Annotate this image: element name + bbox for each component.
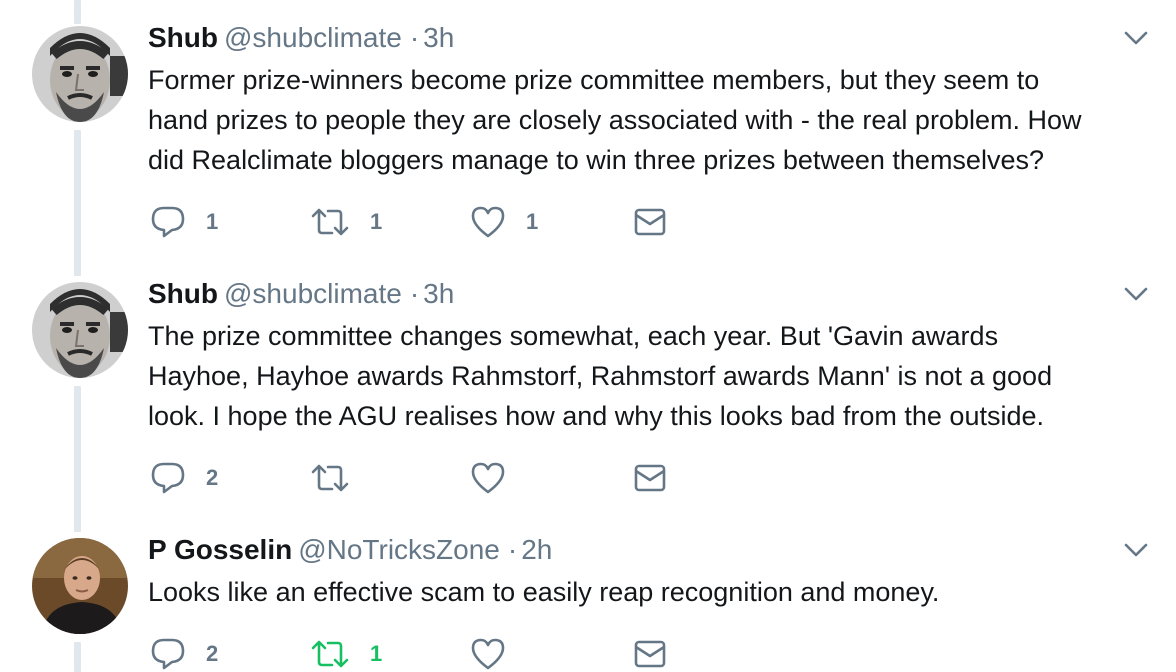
tweet[interactable]: P Gosselin @NoTricksZone · 2h Looks like an… — [0, 532, 1176, 672]
retweet-count: 1 — [370, 209, 383, 234]
envelope-icon — [634, 208, 666, 236]
separator-dot: · — [409, 278, 420, 309]
separator-dot: · — [409, 22, 420, 53]
reply-bubble-icon — [151, 462, 185, 494]
avatar-man-color-icon — [32, 538, 128, 634]
reply-button[interactable]: 2 — [150, 458, 218, 498]
tweet[interactable]: Shub @shubclimate · 3h The prize committee … — [0, 276, 1176, 512]
like-button[interactable] — [470, 458, 526, 498]
like-count: 1 — [526, 209, 539, 234]
author-handle[interactable]: @NoTricksZone — [298, 534, 500, 565]
envelope-icon — [634, 640, 666, 668]
tweet[interactable]: Shub @shubclimate · 3h Former prize-winners… — [0, 20, 1176, 256]
tweet-header: Shub @shubclimate · 3h — [148, 20, 454, 56]
author-name[interactable]: P Gosselin — [148, 534, 292, 565]
avatar-bearded-man-bw-icon — [32, 282, 128, 378]
author-handle[interactable]: @shubclimate — [224, 278, 402, 309]
author-name[interactable]: Shub — [148, 278, 218, 309]
reply-button[interactable]: 2 — [150, 634, 218, 672]
direct-message-button[interactable] — [632, 458, 668, 498]
tweet-timestamp[interactable]: 3h — [423, 278, 454, 309]
retweet-icon — [311, 640, 349, 668]
avatar[interactable] — [32, 26, 128, 122]
direct-message-button[interactable] — [632, 634, 668, 672]
tweet-text: Former prize-winners become prize commit… — [148, 65, 1082, 175]
tweet-text: Looks like an effective scam to easily r… — [148, 577, 940, 607]
heart-icon — [471, 206, 505, 238]
chevron-down-icon[interactable] — [1122, 28, 1150, 48]
reply-bubble-icon — [151, 206, 185, 238]
avatar[interactable] — [32, 538, 128, 634]
author-name[interactable]: Shub — [148, 22, 218, 53]
retweet-button[interactable]: 1 — [310, 634, 382, 672]
tweet-timestamp[interactable]: 2h — [521, 534, 552, 565]
avatar-bearded-man-bw-icon — [32, 26, 128, 122]
direct-message-button[interactable] — [632, 202, 668, 242]
retweet-icon — [311, 208, 349, 236]
heart-icon — [471, 638, 505, 670]
retweet-icon — [311, 464, 349, 492]
reply-count: 2 — [206, 641, 219, 666]
retweet-button[interactable] — [310, 458, 370, 498]
like-button[interactable]: 1 — [470, 202, 538, 242]
reply-button[interactable]: 1 — [150, 202, 218, 242]
envelope-icon — [634, 464, 666, 492]
separator-dot: · — [507, 534, 518, 565]
chevron-down-icon[interactable] — [1122, 540, 1150, 560]
reply-bubble-icon — [151, 638, 185, 670]
avatar[interactable] — [32, 282, 128, 378]
tweet-header: Shub @shubclimate · 3h — [148, 276, 454, 312]
chevron-down-icon[interactable] — [1122, 284, 1150, 304]
tweet-timestamp[interactable]: 3h — [423, 22, 454, 53]
heart-icon — [471, 462, 505, 494]
reply-count: 2 — [206, 465, 219, 490]
like-button[interactable] — [470, 634, 526, 672]
retweet-count: 1 — [370, 641, 383, 666]
retweet-button[interactable]: 1 — [310, 202, 382, 242]
reply-count: 1 — [206, 209, 219, 234]
tweet-header: P Gosselin @NoTricksZone · 2h — [148, 532, 552, 568]
tweet-text: The prize committee changes somewhat, ea… — [148, 321, 1053, 431]
author-handle[interactable]: @shubclimate — [224, 22, 402, 53]
